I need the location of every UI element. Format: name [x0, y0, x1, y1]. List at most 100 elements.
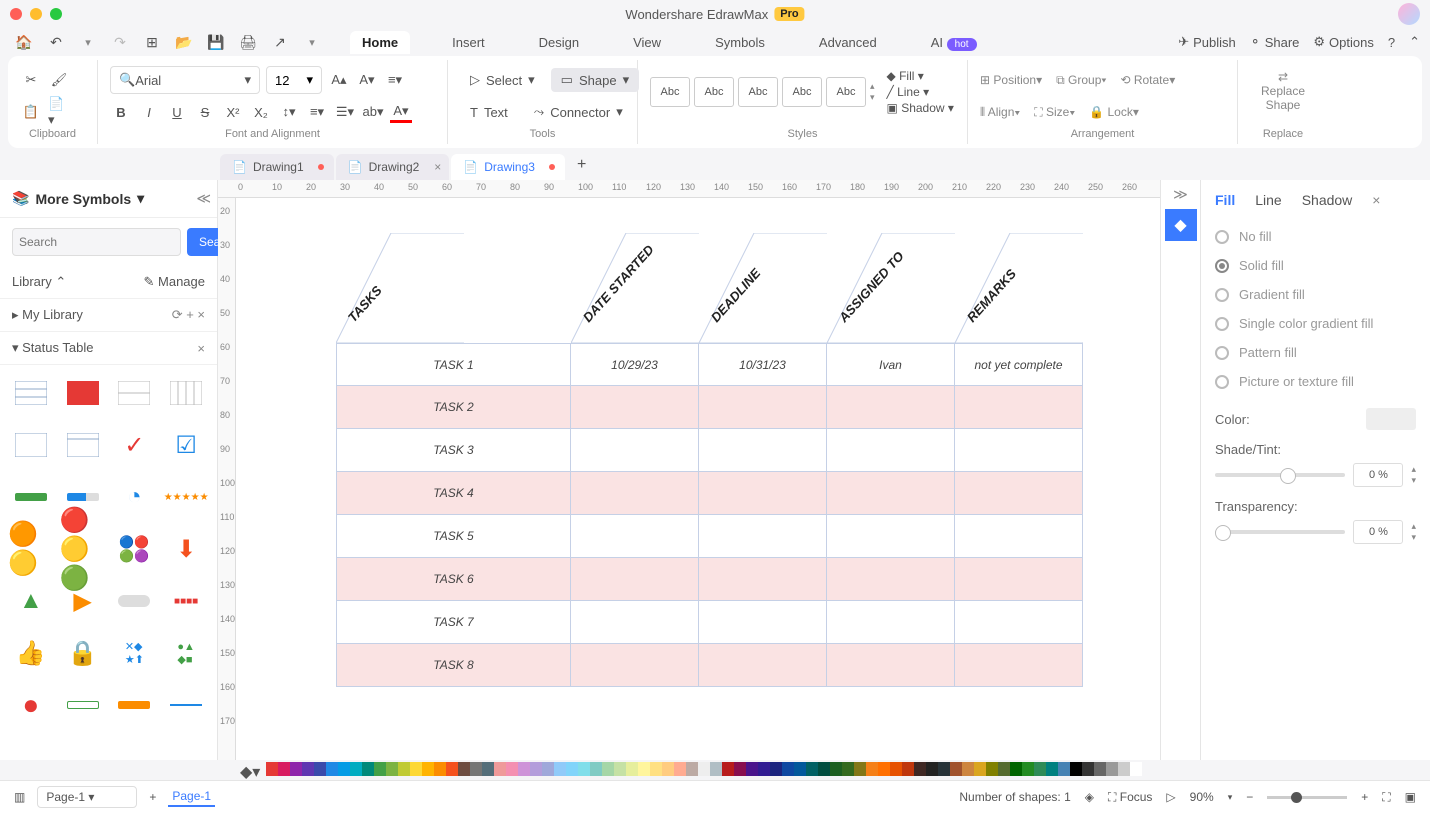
color-swatch[interactable]	[542, 762, 554, 776]
color-swatch[interactable]	[854, 762, 866, 776]
color-swatch[interactable]	[938, 762, 950, 776]
table-cell[interactable]	[699, 515, 827, 558]
zoom-value[interactable]: 90%	[1190, 790, 1214, 804]
help-icon[interactable]: ?	[1388, 35, 1395, 50]
pie-icon[interactable]: ◔	[112, 477, 158, 517]
group-menu[interactable]: ⧉ Group▾	[1056, 73, 1106, 88]
collapse-sidebar-icon[interactable]: ≪	[196, 190, 211, 207]
fill-option[interactable]: Solid fill	[1215, 251, 1416, 280]
table-cell[interactable]: TASK 2	[336, 386, 571, 429]
select-tool[interactable]: ▷ Select ▾	[460, 68, 545, 92]
paste-icon[interactable]: 📄▾	[48, 101, 70, 123]
minimize-window[interactable]	[30, 8, 42, 20]
canvas[interactable]: 0102030405060708090100110120130140150160…	[218, 180, 1160, 760]
table-shape-2[interactable]	[60, 373, 106, 413]
color-swatch[interactable]	[518, 762, 530, 776]
table-cell[interactable]	[827, 644, 955, 687]
color-swatch[interactable]	[266, 762, 278, 776]
table-cell[interactable]: TASK 6	[336, 558, 571, 601]
replace-shape-label[interactable]: Replace Shape	[1250, 84, 1316, 112]
color-swatch[interactable]	[434, 762, 446, 776]
collapse-ribbon-icon[interactable]: ⌃	[1409, 34, 1420, 50]
color-swatch[interactable]	[302, 762, 314, 776]
connector-tool[interactable]: ⤳ Connector ▾	[524, 100, 633, 124]
color-swatch[interactable]	[662, 762, 674, 776]
replace-shape-icon[interactable]: ⇄	[1250, 70, 1316, 84]
play-icon[interactable]: ▶	[60, 581, 106, 621]
color-swatch[interactable]	[506, 762, 518, 776]
font-size[interactable]: 12▾	[266, 66, 322, 94]
undo-dropdown-icon[interactable]: ▾	[74, 30, 102, 54]
save-icon[interactable]: 💾	[202, 30, 230, 54]
position-menu[interactable]: ⊞ Position▾	[980, 73, 1042, 87]
lock-menu[interactable]: 🔒 Lock▾	[1089, 105, 1139, 119]
fill-option[interactable]: Pattern fill	[1215, 338, 1416, 367]
share-button[interactable]: ⚬ Share	[1250, 34, 1300, 50]
avatar[interactable]	[1398, 3, 1420, 25]
maximize-window[interactable]	[50, 8, 62, 20]
color-swatch[interactable]	[794, 762, 806, 776]
color-swatch[interactable]	[1058, 762, 1070, 776]
text-tool[interactable]: T Text	[460, 101, 518, 124]
tab-symbols[interactable]: Symbols	[703, 31, 777, 54]
progress-green[interactable]	[8, 477, 54, 517]
color-swatch[interactable]	[1118, 762, 1130, 776]
fill-option[interactable]: Picture or texture fill	[1215, 367, 1416, 396]
page-tab[interactable]: Page-1	[168, 787, 215, 807]
panel-tab-shadow[interactable]: Shadow	[1302, 192, 1353, 208]
bullets-icon[interactable]: ≡▾	[306, 101, 328, 123]
doc-tab-1[interactable]: 📄Drawing1	[220, 154, 334, 180]
table-cell[interactable]	[571, 386, 699, 429]
undo-icon[interactable]: ↶	[42, 30, 70, 54]
decrease-font-icon[interactable]: A▾	[356, 69, 378, 91]
add-tab-icon[interactable]: +	[567, 150, 596, 180]
table-cell[interactable]: TASK 7	[336, 601, 571, 644]
table-cell[interactable]	[699, 644, 827, 687]
bar-outline[interactable]	[60, 685, 106, 725]
line-blue[interactable]	[163, 685, 209, 725]
panel-tab-line[interactable]: Line	[1255, 192, 1281, 208]
color-swatch[interactable]	[410, 762, 422, 776]
shape-gallery[interactable]: Abc Abc Abc Abc Abc ▴▾	[650, 77, 875, 107]
table-cell[interactable]	[955, 601, 1083, 644]
pages-icon[interactable]: ▥	[14, 790, 25, 804]
shade-value[interactable]: 0 %	[1353, 463, 1403, 487]
rotate-menu[interactable]: ⟲ Rotate▾	[1120, 73, 1175, 87]
toggle-icon[interactable]	[112, 581, 158, 621]
table-cell[interactable]	[827, 472, 955, 515]
check-red-icon[interactable]: ✓	[112, 425, 158, 465]
color-swatch[interactable]	[1082, 762, 1094, 776]
stars-icon[interactable]: ★★★★★	[163, 477, 209, 517]
color-swatch[interactable]	[1070, 762, 1082, 776]
color-swatch[interactable]	[926, 762, 938, 776]
table-cell[interactable]	[827, 386, 955, 429]
focus-button[interactable]: ⛶ Focus	[1108, 790, 1152, 805]
color-swatch[interactable]	[374, 762, 386, 776]
color-swatch[interactable]	[782, 762, 794, 776]
table-cell[interactable]	[699, 558, 827, 601]
boxes-icon[interactable]: ■■■■	[163, 581, 209, 621]
color-swatch[interactable]	[902, 762, 914, 776]
color-swatch[interactable]	[1366, 408, 1416, 430]
color-swatch[interactable]	[602, 762, 614, 776]
table-cell[interactable]	[699, 472, 827, 515]
color-swatch[interactable]	[470, 762, 482, 776]
trans-slider[interactable]	[1215, 530, 1345, 534]
table-cell[interactable]	[571, 515, 699, 558]
color-swatch[interactable]	[830, 762, 842, 776]
fit-width-icon[interactable]: ▣	[1405, 790, 1416, 804]
redo-icon[interactable]: ↷	[106, 30, 134, 54]
color-swatch[interactable]	[482, 762, 494, 776]
color-swatch[interactable]	[962, 762, 974, 776]
text-direction-icon[interactable]: ab▾	[362, 101, 384, 123]
color-swatch[interactable]	[686, 762, 698, 776]
task-table[interactable]: TASKSDATE STARTEDDEADLINEASSIGNED TOREMA…	[336, 233, 1083, 687]
shapes-mix-1[interactable]: ✕◆★⬆	[112, 633, 158, 673]
color-swatch[interactable]	[722, 762, 734, 776]
fill-option[interactable]: No fill	[1215, 222, 1416, 251]
color-swatch[interactable]	[590, 762, 602, 776]
increase-font-icon[interactable]: A▴	[328, 69, 350, 91]
warning-icon[interactable]: 🟠🟡	[8, 529, 54, 569]
color-swatch[interactable]	[458, 762, 470, 776]
close-panel-icon[interactable]: ×	[1372, 192, 1380, 208]
